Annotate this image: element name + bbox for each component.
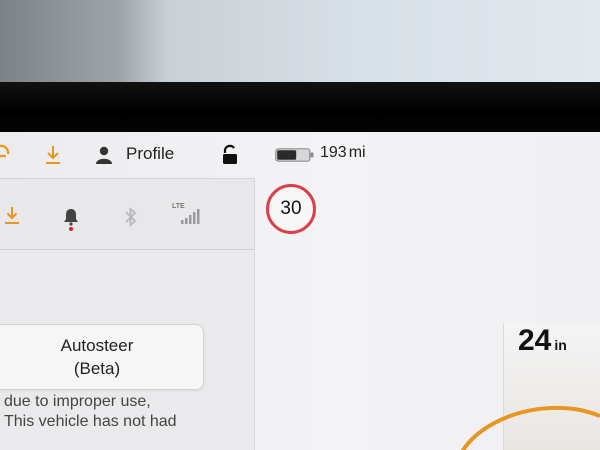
notification-dot [69,227,73,231]
download-icon[interactable] [44,144,62,166]
range-readout: 193 mi [320,144,366,162]
speed-limit-value: 30 [280,198,302,219]
quick-controls-row: LTE [0,178,254,250]
autosteer-disclaimer: due to improper use, This vehicle has no… [4,392,254,432]
background-scene [0,0,600,84]
disclaimer-line-1: due to improper use, [4,393,151,410]
speed-limit-sign: 30 [266,184,316,234]
profile-label[interactable]: Profile [126,144,174,164]
distance-value: 24 [518,324,552,357]
autosteer-label: Autosteer [60,336,134,355]
status-bar: Profile 193 mi [0,132,600,178]
autosteer-button[interactable]: Autosteer (Beta) [0,324,204,390]
screen-bezel [0,82,600,134]
battery-icon [275,148,314,162]
unlock-icon[interactable] [220,144,240,166]
bell-icon[interactable] [62,207,80,231]
partial-orange-icon[interactable] [0,144,12,162]
obstacle-distance: 24 in [518,324,567,358]
range-value: 193 [320,144,347,161]
touchscreen: Profile 193 mi LTE Autosteer (Beta) due … [0,132,600,450]
disclaimer-line-2: This vehicle has not had [4,413,177,430]
autosteer-sublabel: (Beta) [73,359,121,378]
range-unit: mi [348,144,366,161]
bluetooth-icon[interactable] [124,207,138,227]
lte-signal-icon: LTE [172,203,206,225]
park-assist-arc [460,405,600,450]
distance-unit: in [554,337,567,353]
download-icon[interactable] [4,205,20,225]
person-icon[interactable] [95,145,113,165]
